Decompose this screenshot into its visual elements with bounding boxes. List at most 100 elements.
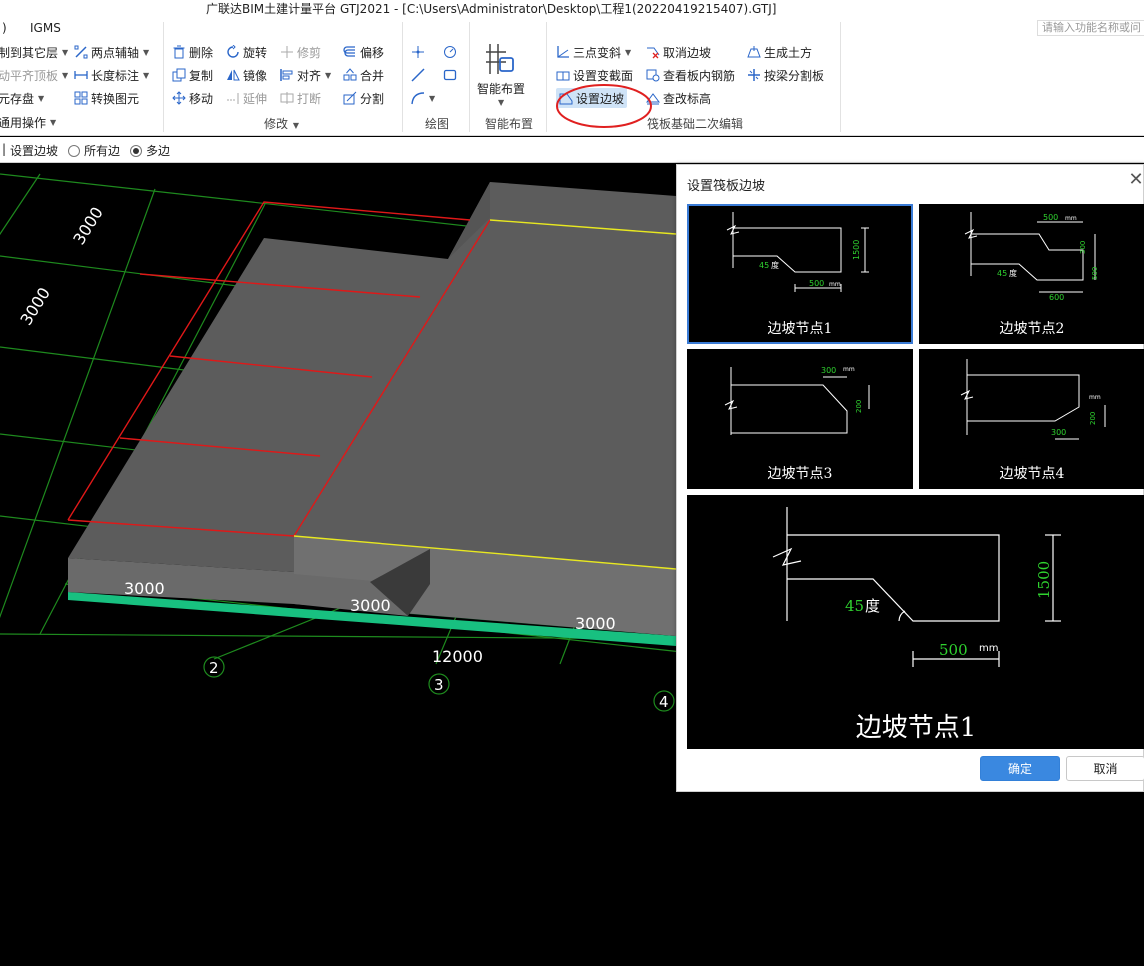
line-draw-icon[interactable]	[411, 68, 425, 82]
dim-label: 3000	[124, 579, 165, 598]
dim-label: 3000	[16, 284, 54, 329]
mirror-label: 镜像	[243, 68, 268, 83]
dropdown-arrow-icon: ▼	[143, 47, 150, 57]
save-element-label: 元存盘	[0, 91, 35, 106]
rotate-label: 旋转	[243, 45, 268, 60]
dropdown-arrow-icon: ▼	[625, 47, 632, 57]
raft-edit-group-label: 筏板基础二次编辑	[647, 117, 744, 131]
align-label: 对齐	[297, 68, 322, 83]
axis-label: 4	[659, 693, 669, 711]
radio-icon	[68, 144, 80, 157]
split-button[interactable]: 分割	[343, 88, 384, 108]
draw-group-label: 绘图	[425, 117, 450, 131]
view-slab-rebar-button[interactable]: 查看板内钢筋	[646, 65, 735, 85]
dialog-title: 设置筏板边坡	[687, 179, 766, 194]
two-point-axis-button[interactable]: 两点辅轴 ▼	[74, 42, 149, 62]
merge-button[interactable]: 合并	[343, 65, 384, 85]
rotate-point-icon[interactable]	[443, 45, 457, 59]
trash-icon	[172, 45, 186, 59]
break-label: 打断	[297, 91, 322, 106]
move-button[interactable]: 移动	[172, 88, 213, 108]
multi-edges-radio[interactable]: 多边	[130, 142, 170, 159]
smart-layout-icon[interactable]	[484, 42, 516, 76]
convert-element-button[interactable]: 转换图元	[74, 88, 139, 108]
ok-button[interactable]: 确定	[980, 756, 1060, 781]
dim-label: 3000	[575, 614, 616, 633]
trim-button[interactable]: 修剪	[280, 42, 321, 62]
copy-label: 复制	[189, 68, 214, 83]
trim-label: 修剪	[297, 45, 322, 60]
menu-igms[interactable]: IGMS	[30, 21, 61, 35]
auto-align-top-label: 动平齐顶板	[0, 68, 59, 83]
generate-earthwork-button[interactable]: 生成土方	[747, 42, 812, 62]
rotate-button[interactable]: 旋转	[226, 42, 267, 62]
edge-slope-node-3-card[interactable]: 300 mm 200 边坡节点3	[687, 349, 913, 489]
node-2-h2: 500	[1091, 267, 1099, 280]
dim-label: 12000	[432, 647, 483, 666]
preview-height: 1500	[1035, 561, 1053, 599]
auto-align-top-button[interactable]: 动平齐顶板 ▼	[0, 65, 68, 85]
common-ops-group[interactable]: 通用操作 ▼	[0, 112, 56, 132]
dim-label: 3000	[350, 596, 391, 615]
modify-group-label[interactable]: 修改 ▼	[264, 115, 299, 132]
node-4-width: 300	[1051, 428, 1066, 437]
copy-button[interactable]: 复制	[172, 65, 213, 85]
break-button[interactable]: 打断	[280, 88, 321, 108]
check-modify-elevation-button[interactable]: 查改标高	[646, 88, 711, 108]
function-search-input[interactable]: 请输入功能名称或问	[1037, 20, 1144, 36]
length-dimension-button[interactable]: 长度标注 ▼	[74, 65, 149, 85]
edge-slope-node-4-card[interactable]: mm 300 200 边坡节点4	[919, 349, 1144, 489]
dropdown-arrow-icon[interactable]: ▼	[429, 94, 435, 103]
break-icon	[280, 91, 294, 105]
edge-slope-node-1-card[interactable]: 45 度 500 mm 1500 边坡节点1	[687, 204, 913, 344]
offset-label: 偏移	[360, 45, 385, 60]
align-button[interactable]: 对齐 ▼	[280, 65, 331, 85]
three-point-slope-button[interactable]: 三点变斜 ▼	[556, 42, 631, 62]
convert-element-label: 转换图元	[91, 91, 140, 106]
save-element-button[interactable]: 元存盘 ▼	[0, 88, 44, 108]
set-edge-slope-mode-label: 设置边坡	[10, 144, 59, 158]
all-edges-radio[interactable]: 所有边	[68, 142, 120, 159]
menu-bar: ) IGMS 请输入功能名称或问	[0, 18, 1144, 38]
extend-icon	[226, 91, 240, 105]
three-point-slope-icon	[556, 45, 570, 59]
split-slab-by-beam-button[interactable]: 按梁分割板	[747, 65, 824, 85]
node-3-caption: 边坡节点3	[767, 466, 833, 482]
dropdown-arrow-icon: ▼	[50, 117, 57, 127]
cancel-edge-slope-button[interactable]: 取消边坡	[646, 42, 711, 62]
split-by-beam-icon	[747, 68, 761, 82]
rectangle-draw-icon[interactable]	[443, 68, 457, 82]
edge-slope-node-2-card[interactable]: 500 mm 45 度 600 300 500 边坡节点2	[919, 204, 1144, 344]
node-1-width: 500	[809, 279, 824, 288]
split-icon	[343, 91, 357, 105]
arc-draw-icon[interactable]	[411, 91, 425, 105]
set-variable-section-label: 设置变截面	[573, 68, 634, 83]
delete-button[interactable]: 删除	[172, 42, 213, 62]
copy-to-other-layer-button[interactable]: 制到其它层 ▼	[0, 42, 68, 62]
delete-label: 删除	[189, 45, 214, 60]
check-modify-elevation-label: 查改标高	[663, 91, 712, 106]
node-4-caption: 边坡节点4	[999, 466, 1065, 482]
node-1-angle-unit: 度	[771, 260, 779, 270]
length-dimension-icon	[74, 68, 88, 82]
offset-button[interactable]: 偏移	[343, 42, 384, 62]
ribbon: ) IGMS 请输入功能名称或问 制到其它层 ▼ 动平齐顶板 ▼ 元存盘 ▼ 通用操作…	[0, 18, 1144, 136]
mirror-button[interactable]: 镜像	[226, 65, 267, 85]
preview-caption: 边坡节点1	[855, 713, 977, 743]
group-separator	[469, 22, 470, 132]
menu-fragment[interactable]: )	[2, 21, 7, 35]
close-icon[interactable]: ✕	[1127, 171, 1144, 189]
dropdown-arrow-icon[interactable]: ▼	[498, 98, 504, 107]
extend-button[interactable]: 延伸	[226, 88, 267, 108]
two-point-axis-label: 两点辅轴	[91, 45, 140, 60]
cancel-button[interactable]: 取消	[1066, 756, 1144, 781]
node-3-width: 300	[821, 366, 836, 375]
smart-layout-button[interactable]: 智能布置	[477, 78, 525, 98]
preview-width: 500	[939, 641, 968, 659]
group-separator	[840, 22, 841, 132]
node-3-unit: mm	[843, 366, 855, 373]
point-draw-icon[interactable]	[411, 45, 425, 59]
preview-unit: mm	[979, 643, 998, 654]
preview-angle: 45	[845, 597, 864, 615]
node-4-height: 200	[1089, 412, 1097, 425]
